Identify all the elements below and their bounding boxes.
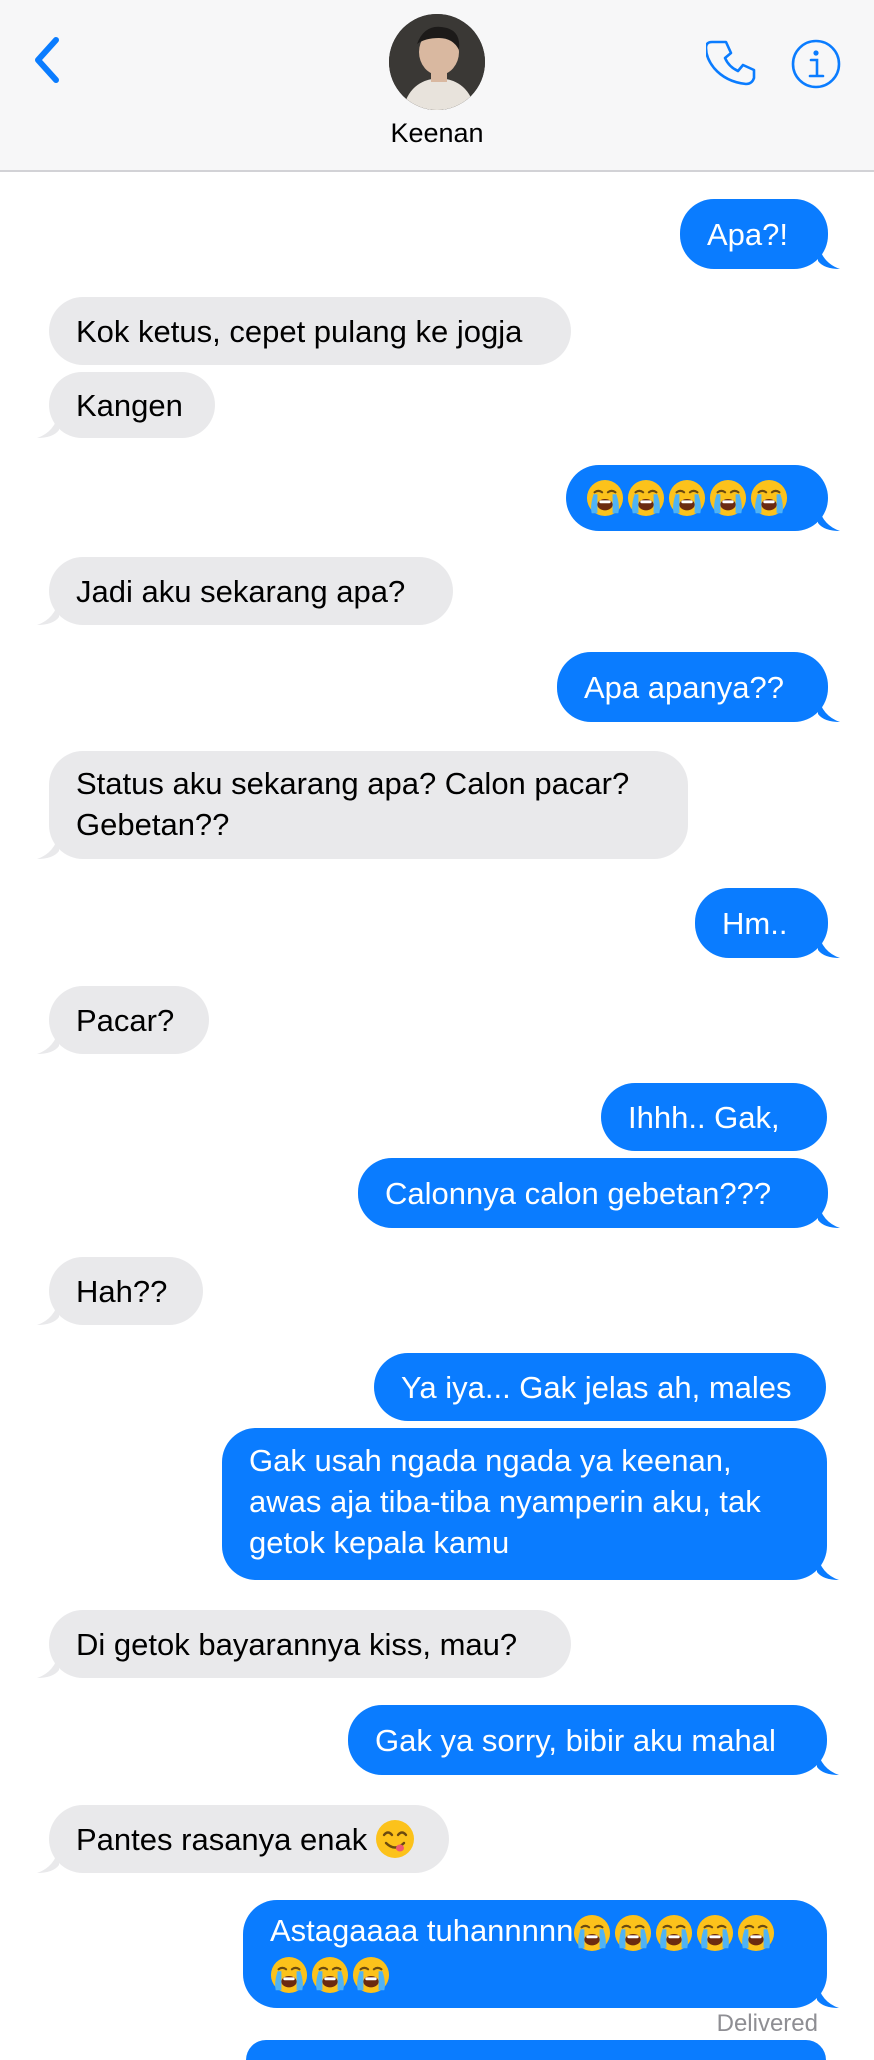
message-bubble-sent[interactable]: Astagaaaa tuhannnnn <box>243 1900 839 2008</box>
message-text: Di getok bayarannya kiss, mau? <box>76 1626 518 1662</box>
message-text: Apa?! <box>707 216 789 252</box>
conversation-header: Keenan <box>0 0 874 172</box>
info-button[interactable] <box>790 38 842 90</box>
avatar-photo <box>389 14 485 110</box>
message-text: Ihhh.. Gak, <box>628 1099 780 1135</box>
message-bubble-received[interactable]: Jadi aku sekarang apa? <box>37 557 453 625</box>
message-bubble-received[interactable]: Hah?? <box>37 1257 203 1325</box>
loudly-crying-face-icon <box>586 479 624 517</box>
message-bubble-sent[interactable]: Gak usah ngada ngada ya keenan, awas aja… <box>222 1428 839 1580</box>
message-bubble-sent[interactable] <box>246 2040 826 2060</box>
message-bubble-sent[interactable]: Hm.. <box>695 888 840 958</box>
message-text: Status aku sekarang apa? Calon pacar? Ge… <box>76 766 630 842</box>
contact-name[interactable]: Keenan <box>0 118 874 149</box>
chevron-left-icon <box>35 37 59 83</box>
message-bubble-sent[interactable]: Calonnya calon gebetan??? <box>358 1158 840 1228</box>
contact-avatar[interactable] <box>389 14 485 110</box>
loudly-crying-face-icon <box>696 1914 734 1952</box>
emoji-sequence <box>573 1914 775 1952</box>
message-bubble-received[interactable]: Kangen <box>37 372 215 438</box>
message-text: Gak ya sorry, bibir aku mahal <box>375 1722 776 1758</box>
info-icon <box>791 39 841 89</box>
loudly-crying-face-icon <box>311 1956 349 1994</box>
loudly-crying-face-icon <box>573 1914 611 1952</box>
message-bubble-sent[interactable]: Apa apanya?? <box>557 652 840 722</box>
message-bubble-received[interactable]: Kok ketus, cepet pulang ke jogja <box>49 297 571 365</box>
message-bubble-sent[interactable]: Ya iya... Gak jelas ah, males <box>374 1353 826 1421</box>
savoring-food-face-icon <box>375 1819 415 1859</box>
loudly-crying-face-icon <box>668 479 706 517</box>
loudly-crying-face-icon <box>709 479 747 517</box>
message-text: Jadi aku sekarang apa? <box>76 573 406 609</box>
message-bubble-received[interactable]: Status aku sekarang apa? Calon pacar? Ge… <box>37 751 688 859</box>
emoji-sequence <box>586 479 788 517</box>
message-text: Hah?? <box>76 1273 168 1309</box>
message-text: Apa apanya?? <box>584 669 784 705</box>
delivery-status: Delivered <box>716 2010 818 2037</box>
loudly-crying-face-icon <box>614 1914 652 1952</box>
message-text: Calonnya calon gebetan??? <box>385 1175 772 1211</box>
message-text: Hm.. <box>722 905 788 941</box>
message-text: Kangen <box>76 387 183 423</box>
message-text: Pacar? <box>76 1002 175 1038</box>
loudly-crying-face-icon <box>750 479 788 517</box>
message-text: Kok ketus, cepet pulang ke jogja <box>76 313 523 349</box>
call-button[interactable] <box>704 36 760 90</box>
message-bubble-sent[interactable]: Ihhh.. Gak, <box>601 1083 827 1151</box>
message-bubble-received[interactable]: Pantes rasanya enak <box>37 1805 449 1873</box>
message-bubble-received[interactable]: Di getok bayarannya kiss, mau? <box>37 1610 571 1678</box>
message-text: Pantes rasanya enak <box>76 1821 368 1857</box>
message-bubble-sent[interactable]: Apa?! <box>680 199 840 269</box>
loudly-crying-face-icon <box>627 479 665 517</box>
message-bubble-sent[interactable] <box>566 465 840 531</box>
loudly-crying-face-icon <box>352 1956 390 1994</box>
message-text: Astagaaaa tuhannnnn <box>270 1913 574 1948</box>
loudly-crying-face-icon <box>270 1956 308 1994</box>
loudly-crying-face-icon <box>737 1914 775 1952</box>
back-button[interactable] <box>24 30 72 90</box>
message-text: Gak usah ngada ngada ya keenan, awas aja… <box>249 1443 761 1560</box>
emoji-sequence <box>270 1956 390 1994</box>
message-text: Ya iya... Gak jelas ah, males <box>401 1369 792 1405</box>
message-bubble-received[interactable]: Pacar? <box>37 986 209 1054</box>
loudly-crying-face-icon <box>655 1914 693 1952</box>
message-bubble-sent[interactable]: Gak ya sorry, bibir aku mahal <box>348 1705 839 1775</box>
phone-icon <box>704 40 756 86</box>
